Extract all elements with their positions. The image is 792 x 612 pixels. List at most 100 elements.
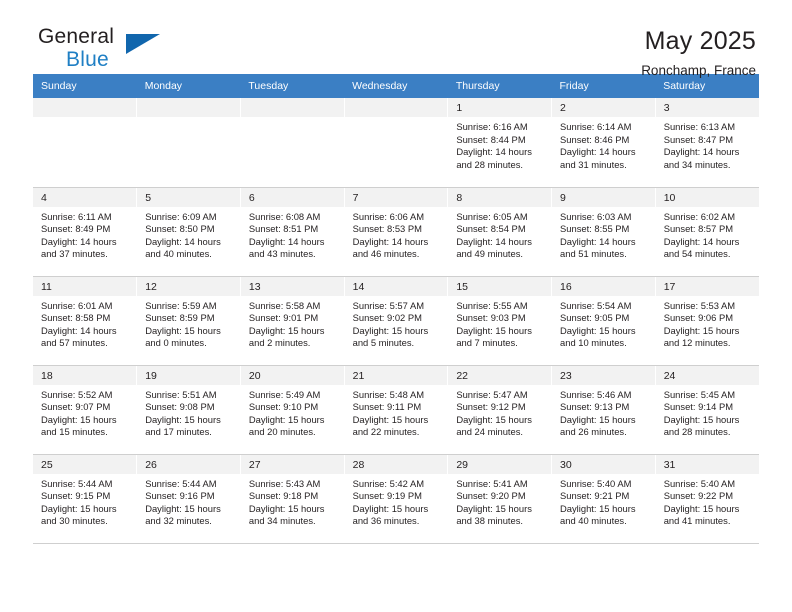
calendar-day-cell[interactable]: 6 Sunrise: 6:08 AM Sunset: 8:51 PM Daylight… bbox=[240, 187, 345, 277]
calendar-day-cell[interactable]: 11 Sunrise: 6:01 AM Sunset: 8:58 PM Dayligh… bbox=[33, 276, 138, 366]
sunset-time: Sunset: 8:51 PM bbox=[248, 223, 319, 235]
brand-logo[interactable]: General Blue bbox=[33, 26, 218, 82]
sunrise-time: Sunrise: 6:01 AM bbox=[41, 299, 113, 311]
calendar-day-cell[interactable]: 24 Sunrise: 5:45 AM Sunset: 9:14 PM Dayligh… bbox=[655, 365, 759, 455]
calendar-day-cell[interactable]: 19 Sunrise: 5:51 AM Sunset: 9:08 PM Dayligh… bbox=[136, 365, 241, 455]
day-number: 19 bbox=[137, 365, 240, 385]
calendar-day-cell[interactable]: 16 Sunrise: 5:54 AM Sunset: 9:05 PM Dayligh… bbox=[551, 276, 656, 366]
sunset-time: Sunset: 9:10 PM bbox=[248, 401, 319, 413]
sunrise-time: Sunrise: 5:41 AM bbox=[456, 477, 528, 489]
daylight-duration-line2: and 24 minutes. bbox=[456, 426, 524, 438]
calendar-day-cell[interactable]: 2 Sunrise: 6:14 AM Sunset: 8:46 PM Daylight… bbox=[551, 98, 656, 188]
sunset-time: Sunset: 9:13 PM bbox=[560, 401, 630, 413]
day-number bbox=[137, 98, 240, 117]
blue-triangle-flag-icon bbox=[126, 34, 160, 54]
calendar-day-cell[interactable]: 4 Sunrise: 6:11 AM Sunset: 8:49 PM Daylight… bbox=[33, 187, 138, 277]
calendar-day-cell[interactable]: 25 Sunrise: 5:44 AM Sunset: 9:15 PM Dayligh… bbox=[33, 454, 138, 544]
day-cell-inner: 30 Sunrise: 5:40 AM Sunset: 9:21 PM Dayligh… bbox=[552, 454, 655, 543]
sunrise-time: Sunrise: 6:14 AM bbox=[560, 121, 632, 132]
sunrise-time: Sunrise: 6:09 AM bbox=[145, 210, 217, 222]
day-cell-inner: 12 Sunrise: 5:59 AM Sunset: 8:59 PM Dayligh… bbox=[137, 276, 240, 365]
sunrise-time: Sunrise: 6:03 AM bbox=[560, 210, 632, 222]
calendar-day-cell[interactable]: 31 Sunrise: 5:40 AM Sunset: 9:22 PM Dayligh… bbox=[655, 454, 759, 544]
daylight-duration-line2: and 26 minutes. bbox=[560, 426, 627, 438]
sun-details: Sunrise: 6:06 AM Sunset: 8:53 PM Daylight:… bbox=[345, 207, 448, 261]
day-cell-inner: 17 Sunrise: 5:53 AM Sunset: 9:06 PM Dayligh… bbox=[655, 276, 759, 365]
day-number: 22 bbox=[448, 365, 552, 385]
calendar-day-cell[interactable]: 22 Sunrise: 5:47 AM Sunset: 9:12 PM Dayligh… bbox=[447, 365, 553, 455]
calendar-day-cell[interactable]: 8 Sunrise: 6:05 AM Sunset: 8:54 PM Daylight… bbox=[447, 187, 553, 277]
calendar-day-cell[interactable]: 5 Sunrise: 6:09 AM Sunset: 8:50 PM Daylight… bbox=[136, 187, 241, 277]
daylight-duration-line1: Daylight: 15 hours bbox=[145, 502, 221, 514]
daylight-duration-line2: and 5 minutes. bbox=[352, 337, 415, 349]
day-cell-inner: 2 Sunrise: 6:14 AM Sunset: 8:46 PM Daylight… bbox=[552, 98, 655, 187]
day-number: 28 bbox=[344, 454, 448, 474]
sunrise-time: Sunrise: 5:46 AM bbox=[560, 388, 632, 400]
calendar-week-row: 1 Sunrise: 6:16 AM Sunset: 8:44 PM Daylight… bbox=[33, 98, 759, 188]
calendar-day-cell[interactable]: 30 Sunrise: 5:40 AM Sunset: 9:21 PM Dayligh… bbox=[551, 454, 656, 544]
daylight-duration-line1: Daylight: 15 hours bbox=[352, 324, 429, 336]
day-number: 1 bbox=[448, 98, 552, 117]
calendar-day-cell[interactable]: 23 Sunrise: 5:46 AM Sunset: 9:13 PM Dayligh… bbox=[551, 365, 656, 455]
calendar-day-cell[interactable]: 27 Sunrise: 5:43 AM Sunset: 9:18 PM Dayligh… bbox=[240, 454, 345, 544]
sun-details: Sunrise: 5:44 AM Sunset: 9:16 PM Daylight:… bbox=[137, 474, 240, 528]
calendar-day-cell[interactable]: 10 Sunrise: 6:02 AM Sunset: 8:57 PM Dayligh… bbox=[655, 187, 759, 277]
daylight-duration-line2: and 15 minutes. bbox=[41, 426, 108, 438]
day-cell-inner: 29 Sunrise: 5:41 AM Sunset: 9:20 PM Dayligh… bbox=[448, 454, 552, 543]
calendar-day-cell[interactable]: 15 Sunrise: 5:55 AM Sunset: 9:03 PM Dayligh… bbox=[447, 276, 553, 366]
day-cell-inner: 10 Sunrise: 6:02 AM Sunset: 8:57 PM Dayligh… bbox=[655, 187, 759, 276]
sunset-time: Sunset: 8:49 PM bbox=[41, 223, 111, 235]
sunrise-time: Sunrise: 5:40 AM bbox=[560, 477, 632, 489]
day-number: 8 bbox=[448, 187, 552, 207]
calendar-week-row: 4 Sunrise: 6:11 AM Sunset: 8:49 PM Daylight… bbox=[33, 187, 759, 277]
daylight-duration-line2: and 7 minutes. bbox=[456, 337, 518, 349]
day-number: 20 bbox=[240, 365, 344, 385]
day-cell-inner: 21 Sunrise: 5:48 AM Sunset: 9:11 PM Dayligh… bbox=[344, 365, 448, 454]
sunset-time: Sunset: 9:06 PM bbox=[663, 312, 734, 324]
sunset-time: Sunset: 9:12 PM bbox=[456, 401, 526, 413]
sun-details: Sunrise: 5:52 AM Sunset: 9:07 PM Daylight:… bbox=[33, 385, 136, 439]
calendar-day-cell[interactable]: 17 Sunrise: 5:53 AM Sunset: 9:06 PM Dayligh… bbox=[655, 276, 759, 366]
daylight-duration-line2: and 10 minutes. bbox=[560, 337, 627, 349]
calendar-day-cell[interactable]: 14 Sunrise: 5:57 AM Sunset: 9:02 PM Dayligh… bbox=[344, 276, 449, 366]
daylight-duration-line2: and 0 minutes. bbox=[145, 337, 207, 349]
day-number: 15 bbox=[448, 276, 552, 296]
daylight-duration-line2: and 34 minutes. bbox=[248, 515, 316, 527]
sunset-time: Sunset: 9:16 PM bbox=[145, 490, 215, 502]
daylight-duration-line1: Daylight: 15 hours bbox=[248, 324, 325, 336]
sun-details: Sunrise: 6:08 AM Sunset: 8:51 PM Daylight:… bbox=[241, 207, 344, 261]
calendar-day-cell[interactable]: 20 Sunrise: 5:49 AM Sunset: 9:10 PM Dayligh… bbox=[240, 365, 345, 455]
sun-details: Sunrise: 5:59 AM Sunset: 8:59 PM Daylight:… bbox=[137, 296, 240, 350]
day-cell-inner: 27 Sunrise: 5:43 AM Sunset: 9:18 PM Dayligh… bbox=[240, 454, 344, 543]
day-cell-inner: 13 Sunrise: 5:58 AM Sunset: 9:01 PM Dayligh… bbox=[240, 276, 344, 365]
sun-details: Sunrise: 5:41 AM Sunset: 9:20 PM Daylight:… bbox=[448, 474, 551, 528]
daylight-duration-line2: and 30 minutes. bbox=[41, 515, 108, 527]
calendar-day-cell[interactable]: 12 Sunrise: 5:59 AM Sunset: 8:59 PM Dayligh… bbox=[136, 276, 241, 366]
calendar-day-cell[interactable]: 3 Sunrise: 6:13 AM Sunset: 8:47 PM Daylight… bbox=[655, 98, 759, 188]
calendar-day-cell[interactable]: 21 Sunrise: 5:48 AM Sunset: 9:11 PM Dayligh… bbox=[344, 365, 449, 455]
sunset-time: Sunset: 9:22 PM bbox=[663, 490, 734, 502]
day-number: 26 bbox=[137, 454, 240, 474]
calendar-day-cell[interactable]: 29 Sunrise: 5:41 AM Sunset: 9:20 PM Dayligh… bbox=[447, 454, 553, 544]
calendar-day-cell[interactable]: 26 Sunrise: 5:44 AM Sunset: 9:16 PM Dayligh… bbox=[136, 454, 241, 544]
day-cell-inner: 6 Sunrise: 6:08 AM Sunset: 8:51 PM Daylight… bbox=[240, 187, 344, 276]
sun-details: Sunrise: 6:11 AM Sunset: 8:49 PM Daylight:… bbox=[33, 207, 136, 261]
calendar-day-cell[interactable]: 9 Sunrise: 6:03 AM Sunset: 8:55 PM Daylight… bbox=[551, 187, 656, 277]
daylight-duration-line2: and 41 minutes. bbox=[663, 515, 731, 527]
day-cell-inner: 16 Sunrise: 5:54 AM Sunset: 9:05 PM Dayligh… bbox=[552, 276, 655, 365]
daylight-duration-line1: Daylight: 14 hours bbox=[456, 146, 532, 158]
calendar-day-cell[interactable]: 13 Sunrise: 5:58 AM Sunset: 9:01 PM Dayligh… bbox=[240, 276, 345, 366]
daylight-duration-line1: Daylight: 14 hours bbox=[145, 235, 221, 247]
weekday-header-thursday: Thursday bbox=[447, 74, 552, 98]
calendar-day-cell[interactable]: 28 Sunrise: 5:42 AM Sunset: 9:19 PM Dayligh… bbox=[344, 454, 449, 544]
calendar-day-cell[interactable]: 7 Sunrise: 6:06 AM Sunset: 8:53 PM Daylight… bbox=[344, 187, 449, 277]
sunrise-time: Sunrise: 5:55 AM bbox=[456, 299, 528, 311]
daylight-duration-line1: Daylight: 15 hours bbox=[560, 324, 636, 336]
sunrise-time: Sunrise: 5:52 AM bbox=[41, 388, 113, 400]
sunrise-time: Sunrise: 6:08 AM bbox=[248, 210, 321, 222]
calendar-day-cell[interactable]: 1 Sunrise: 6:16 AM Sunset: 8:44 PM Daylight… bbox=[447, 98, 553, 188]
calendar-day-cell[interactable]: 18 Sunrise: 5:52 AM Sunset: 9:07 PM Dayligh… bbox=[33, 365, 138, 455]
day-cell-inner: 23 Sunrise: 5:46 AM Sunset: 9:13 PM Dayligh… bbox=[552, 365, 655, 454]
daylight-duration-line2: and 36 minutes. bbox=[352, 515, 420, 527]
day-number: 11 bbox=[33, 276, 137, 296]
